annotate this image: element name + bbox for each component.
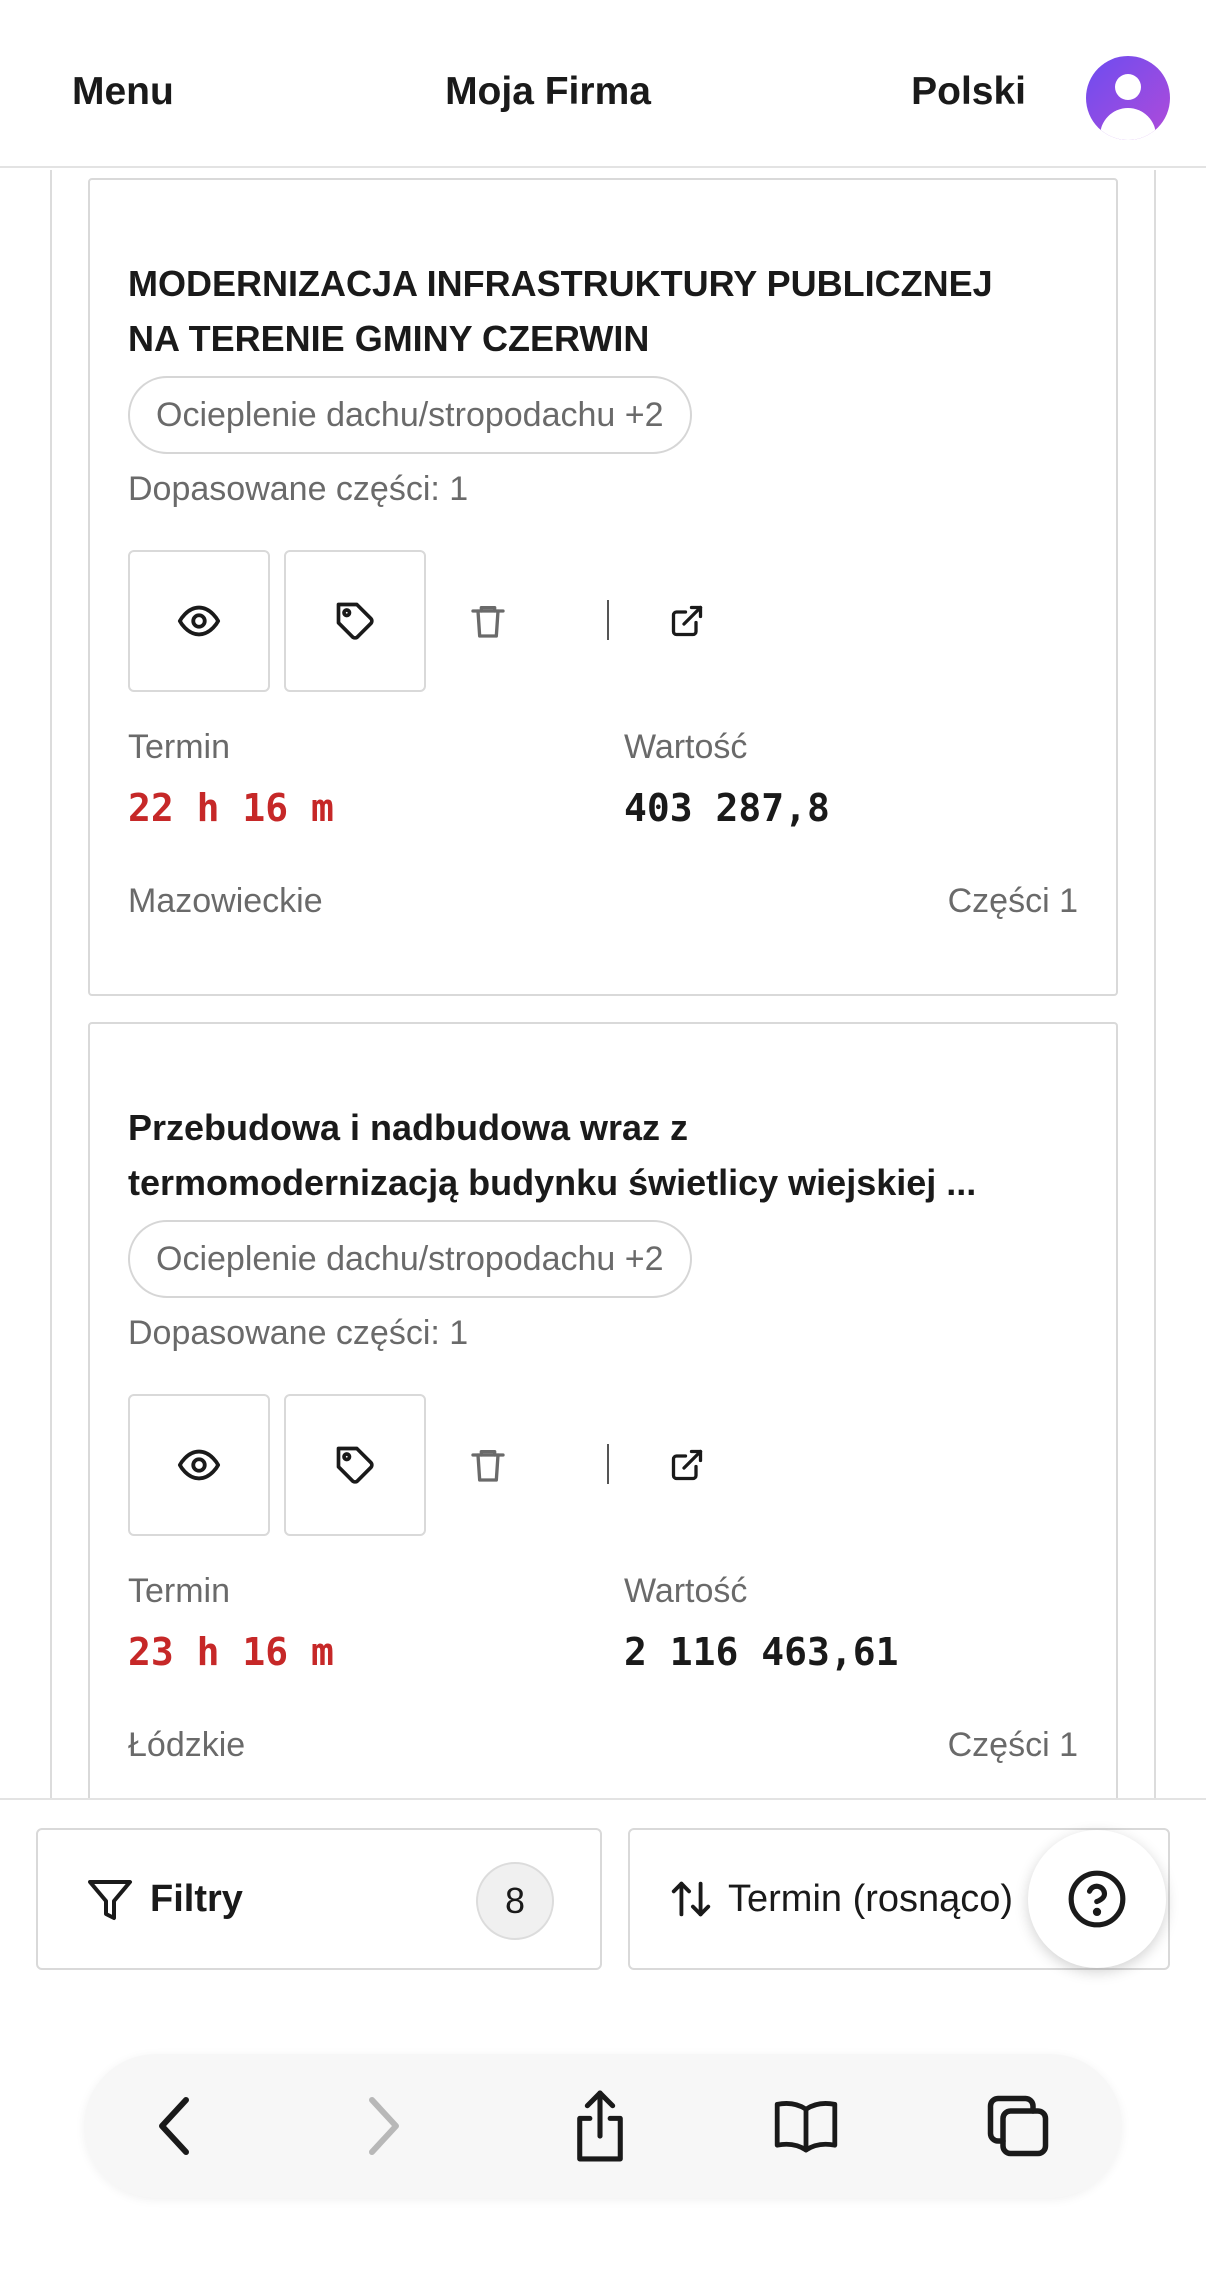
region: Mazowieckie — [128, 882, 323, 920]
delete-button[interactable] — [465, 598, 511, 644]
avatar-head-shape — [1115, 74, 1141, 100]
region: Łódzkie — [128, 1726, 246, 1764]
eye-icon — [177, 1449, 221, 1481]
deadline-label: Termin — [128, 1572, 231, 1610]
tag-icon — [336, 1446, 374, 1484]
open-external-button[interactable] — [664, 598, 710, 644]
eye-icon — [177, 605, 221, 637]
tag-button[interactable] — [284, 1394, 426, 1536]
parts-count: Części 1 — [947, 1726, 1078, 1764]
value-label: Wartość — [624, 728, 748, 766]
filter-icon — [88, 1880, 132, 1920]
tag-button[interactable] — [284, 550, 426, 692]
tender-title-line: MODERNIZACJA INFRASTRUKTURY PUBLICZNEJ — [128, 263, 993, 304]
deadline-value: 23 h 16 m — [128, 1630, 334, 1674]
user-avatar[interactable] — [1086, 56, 1170, 140]
filters-label: Filtry — [150, 1878, 243, 1920]
external-link-icon — [671, 1449, 703, 1481]
help-icon — [1068, 1870, 1126, 1928]
page: Menu Moja Firma Polski MODERNIZACJA INFR… — [0, 0, 1206, 2281]
tender-card: MODERNIZACJA INFRASTRUKTURY PUBLICZNEJ N… — [88, 178, 1118, 996]
share-icon — [577, 2090, 623, 2162]
tender-title[interactable]: MODERNIZACJA INFRASTRUKTURY PUBLICZNEJ N… — [128, 256, 1088, 366]
external-link-icon — [671, 605, 703, 637]
back-button[interactable] — [138, 2090, 210, 2162]
tender-value: 2 116 463,61 — [624, 1630, 899, 1674]
sort-icon — [671, 1881, 711, 1917]
delete-button[interactable] — [465, 1442, 511, 1488]
app-header: Menu Moja Firma Polski — [0, 0, 1206, 168]
category-pill[interactable]: Ocieplenie dachu/stropodachu +2 — [128, 376, 692, 454]
action-separator — [607, 1444, 609, 1484]
bookmarks-button[interactable] — [770, 2090, 842, 2162]
deadline-value: 22 h 16 m — [128, 786, 334, 830]
open-external-button[interactable] — [664, 1442, 710, 1488]
tag-icon — [336, 602, 374, 640]
tender-value: 403 287,8 — [624, 786, 830, 830]
matched-parts: Dopasowane części: 1 — [128, 470, 469, 508]
category-pill[interactable]: Ocieplenie dachu/stropodachu +2 — [128, 1220, 692, 1298]
tender-title-line: Przebudowa i nadbudowa wraz z — [128, 1107, 689, 1148]
browser-toolbar — [84, 2054, 1122, 2198]
chevron-right-icon — [369, 2097, 399, 2155]
trash-icon — [471, 1450, 505, 1482]
filters-button[interactable]: Filtry 8 — [36, 1828, 602, 1970]
tabs-icon — [987, 2095, 1049, 2157]
view-button[interactable] — [128, 1394, 270, 1536]
tender-title-line: NA TERENIE GMINY CZERWIN — [128, 318, 650, 359]
filters-count-badge: 8 — [476, 1862, 554, 1940]
sort-label: Termin (rosnąco) — [728, 1878, 1014, 1920]
language-selector[interactable]: Polski — [911, 70, 1026, 114]
parts-count: Części 1 — [947, 882, 1078, 920]
tender-list[interactable]: MODERNIZACJA INFRASTRUKTURY PUBLICZNEJ N… — [0, 170, 1206, 1798]
tender-title[interactable]: Przebudowa i nadbudowa wraz z termomoder… — [128, 1100, 1088, 1210]
book-icon — [774, 2101, 838, 2153]
help-button[interactable] — [1028, 1830, 1166, 1968]
view-button[interactable] — [128, 550, 270, 692]
avatar-body-shape — [1100, 108, 1156, 140]
share-button[interactable] — [564, 2090, 636, 2162]
tender-title-line: termomodernizacją budynku świetlicy wiej… — [128, 1162, 977, 1203]
forward-button[interactable] — [348, 2090, 420, 2162]
matched-parts: Dopasowane części: 1 — [128, 1314, 469, 1352]
deadline-label: Termin — [128, 728, 231, 766]
list-border-right — [1154, 170, 1156, 1798]
value-label: Wartość — [624, 1572, 748, 1610]
bottom-toolbar: Filtry 8 Termin (rosnąco) — [0, 1798, 1206, 2281]
tender-card: Przebudowa i nadbudowa wraz z termomoder… — [88, 1022, 1118, 1798]
chevron-left-icon — [159, 2097, 189, 2155]
tabs-button[interactable] — [982, 2090, 1054, 2162]
action-separator — [607, 600, 609, 640]
trash-icon — [471, 606, 505, 638]
list-border-left — [50, 170, 52, 1798]
